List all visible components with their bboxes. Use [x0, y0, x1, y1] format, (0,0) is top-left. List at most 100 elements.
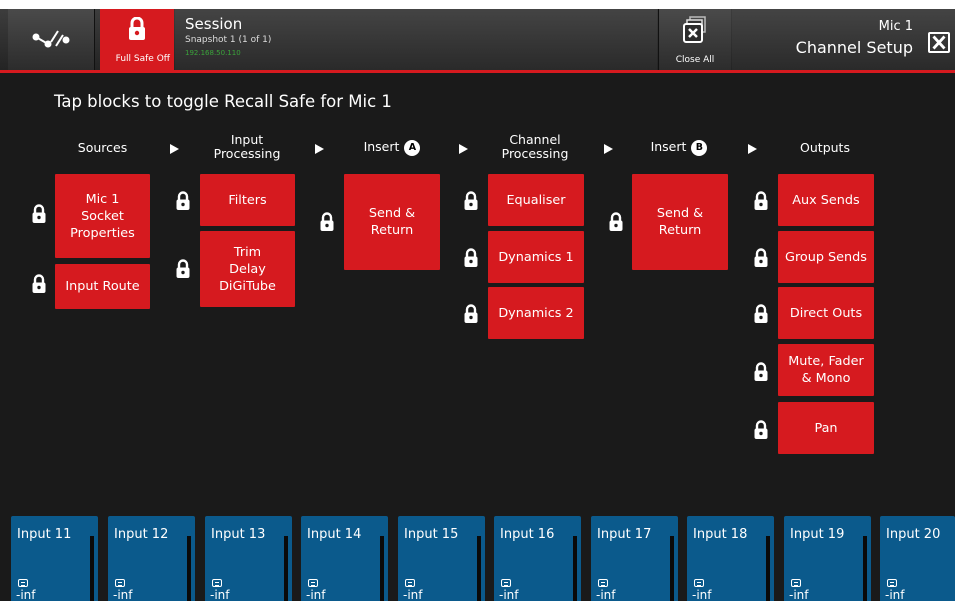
input-route-block[interactable]: Input Route: [55, 264, 150, 309]
channel-panel: Mic 1 Channel Setup: [732, 9, 955, 70]
lock-icon: [754, 191, 768, 210]
insert-a-send-return-block[interactable]: Send & Return: [344, 174, 440, 270]
block-line: Return: [370, 223, 414, 238]
lock-icon: [32, 274, 46, 293]
channel-strip[interactable]: Input 16 -inf: [494, 516, 581, 601]
channel-strip[interactable]: Input 12 -inf: [108, 516, 195, 601]
block-line: Send &: [368, 206, 416, 221]
close-button[interactable]: [928, 32, 950, 53]
dynamics-1-block[interactable]: Dynamics 1: [488, 231, 584, 283]
strip-name: Input 19: [790, 527, 845, 542]
strip-name: Input 18: [693, 527, 748, 542]
strip-icon: [212, 579, 222, 587]
strip-value: -inf: [692, 588, 712, 601]
level-meter: [284, 536, 288, 601]
strip-value: -inf: [403, 588, 423, 601]
strip-name: Input 17: [597, 527, 652, 542]
group-sends-block[interactable]: Group Sends: [778, 231, 874, 283]
network-icon: [32, 30, 70, 48]
channel-strip[interactable]: Input 17 -inf: [591, 516, 678, 601]
strip-icon: [791, 579, 801, 587]
level-meter: [90, 536, 94, 601]
outputs-header: Outputs: [800, 140, 850, 155]
full-safe-label: Full Safe Off: [115, 54, 170, 64]
strip-value: -inf: [789, 588, 809, 601]
channel-strip[interactable]: Input 14 -inf: [301, 516, 388, 601]
filters-block[interactable]: Filters: [200, 174, 295, 226]
close-all-button[interactable]: Close All: [658, 9, 731, 70]
channel-strip[interactable]: Input 11 -inf: [11, 516, 98, 601]
lock-icon: [609, 212, 623, 231]
level-meter: [573, 536, 577, 601]
block-label: Send & Return: [657, 205, 703, 239]
strip-name: Input 15: [404, 527, 459, 542]
pan-block[interactable]: Pan: [778, 402, 874, 454]
strip-name: Input 12: [114, 527, 169, 542]
mute-fader-mono-block[interactable]: Mute, Fader & Mono: [778, 344, 874, 396]
header-line: Channel: [509, 132, 561, 147]
equaliser-block[interactable]: Equaliser: [488, 174, 584, 226]
channel-processing-header: Channel Processing: [486, 133, 584, 161]
insert-b-send-return-block[interactable]: Send & Return: [632, 174, 728, 270]
strip-icon: [501, 579, 511, 587]
block-line: Trim: [233, 244, 262, 260]
arrow-icon: [459, 144, 468, 154]
lock-icon: [754, 420, 768, 439]
channel-strip[interactable]: Input 20 -inf: [880, 516, 955, 601]
session-panel[interactable]: Session Snapshot 1 (1 of 1) 192.168.50.1…: [175, 9, 657, 70]
channel-setup-screen: Full Safe Off Session Snapshot 1 (1 of 1…: [0, 9, 955, 601]
block-line: Delay: [229, 261, 266, 277]
strip-icon: [405, 579, 415, 587]
lock-icon: [176, 191, 190, 210]
level-meter: [380, 536, 384, 601]
direct-outs-block[interactable]: Direct Outs: [778, 287, 874, 339]
arrow-icon: [170, 144, 179, 154]
session-title: Session: [185, 15, 243, 33]
strip-icon: [598, 579, 608, 587]
trim-delay-digitube-block[interactable]: Trim Delay DiGiTube: [200, 231, 295, 307]
insert-b-badge: B: [691, 140, 708, 156]
block-line: Return: [658, 223, 702, 238]
insert-a-title: Insert: [363, 139, 400, 154]
lock-icon: [176, 259, 190, 278]
block-line: Mic 1: [85, 191, 120, 207]
lock-icon: [464, 248, 478, 267]
strip-icon: [115, 579, 125, 587]
strip-value: -inf: [306, 588, 326, 601]
strip-icon: [18, 579, 28, 587]
lock-icon: [320, 212, 334, 231]
strip-icon: [887, 579, 897, 587]
ip-address: 192.168.50.110: [185, 49, 241, 57]
strip-name: Input 20: [886, 527, 941, 542]
channel-name: Mic 1: [878, 19, 913, 34]
insert-a-badge: A: [404, 140, 421, 156]
strip-value: -inf: [210, 588, 230, 601]
arrow-icon: [315, 144, 324, 154]
level-meter: [863, 536, 867, 601]
block-label: Mute, Fader & Mono: [788, 353, 863, 387]
strip-name: Input 16: [500, 527, 555, 542]
input-processing-header: Input Processing: [198, 133, 296, 161]
insert-b-title: Insert: [650, 139, 687, 154]
header-bar: Full Safe Off Session Snapshot 1 (1 of 1…: [0, 9, 955, 73]
aux-sends-block[interactable]: Aux Sends: [778, 174, 874, 226]
network-button[interactable]: [8, 9, 95, 70]
strip-value: -inf: [16, 588, 36, 601]
block-line: Socket: [81, 208, 124, 224]
full-safe-button[interactable]: Full Safe Off: [100, 9, 174, 70]
arrow-icon: [748, 144, 757, 154]
channel-strip[interactable]: Input 15 -inf: [398, 516, 485, 601]
socket-properties-block[interactable]: Mic 1 Socket Properties: [55, 174, 150, 258]
dynamics-2-block[interactable]: Dynamics 2: [488, 287, 584, 339]
channel-strip[interactable]: Input 18 -inf: [687, 516, 774, 601]
level-meter: [766, 536, 770, 601]
strip-icon: [694, 579, 704, 587]
channel-strip[interactable]: Input 13 -inf: [205, 516, 292, 601]
strip-value: -inf: [596, 588, 616, 601]
lock-icon: [464, 304, 478, 323]
block-label: Mic 1 Socket Properties: [70, 191, 135, 242]
strip-name: Input 13: [211, 527, 266, 542]
strip-name: Input 14: [307, 527, 362, 542]
block-line: Mute, Fader: [788, 354, 864, 369]
channel-strip[interactable]: Input 19 -inf: [784, 516, 871, 601]
